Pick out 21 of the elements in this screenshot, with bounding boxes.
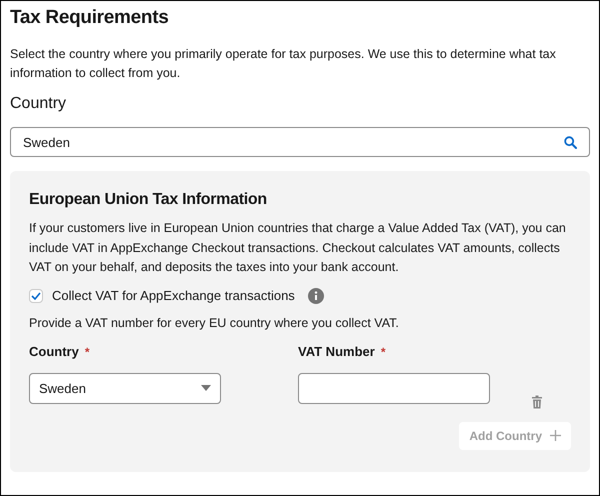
panel-title: European Union Tax Information xyxy=(29,191,268,209)
trash-icon[interactable] xyxy=(531,394,543,408)
country-search-field[interactable]: Sweden xyxy=(10,127,590,157)
country-label: Country xyxy=(10,95,68,113)
required-mark: * xyxy=(84,344,90,358)
panel-description: If your customers live in European Union countries that charge a Value Added Tax (VAT), you can include VAT in AppExchange Checkout transactions. Checkout calculates VAT amounts, collects VAT on your behalf, and deposits the taxes into your bank account. xyxy=(29,220,567,276)
field-label: Country xyxy=(29,344,79,358)
dropdown-caret-icon xyxy=(201,385,211,391)
instruction-text: Provide a VAT number for every EU country where you collect VAT. xyxy=(29,316,400,330)
plus-icon xyxy=(550,430,561,441)
description-text: Select the country where you primarily operate for tax purposes. We use this to determine what tax information to collect from you. xyxy=(10,46,557,82)
search-value: Sweden xyxy=(23,134,71,150)
checkbox-label: Collect VAT for AppExchange transactions xyxy=(52,288,295,303)
vat-number-field[interactable] xyxy=(298,372,490,404)
info-icon[interactable] xyxy=(308,288,324,304)
page-title: Tax Requirements xyxy=(10,7,170,29)
required-mark: * xyxy=(380,344,386,358)
country-select[interactable]: Sweden xyxy=(29,372,221,404)
collect-vat-checkbox[interactable] xyxy=(29,288,43,302)
search-icon xyxy=(564,136,577,148)
field-label: VAT Number xyxy=(298,344,375,358)
